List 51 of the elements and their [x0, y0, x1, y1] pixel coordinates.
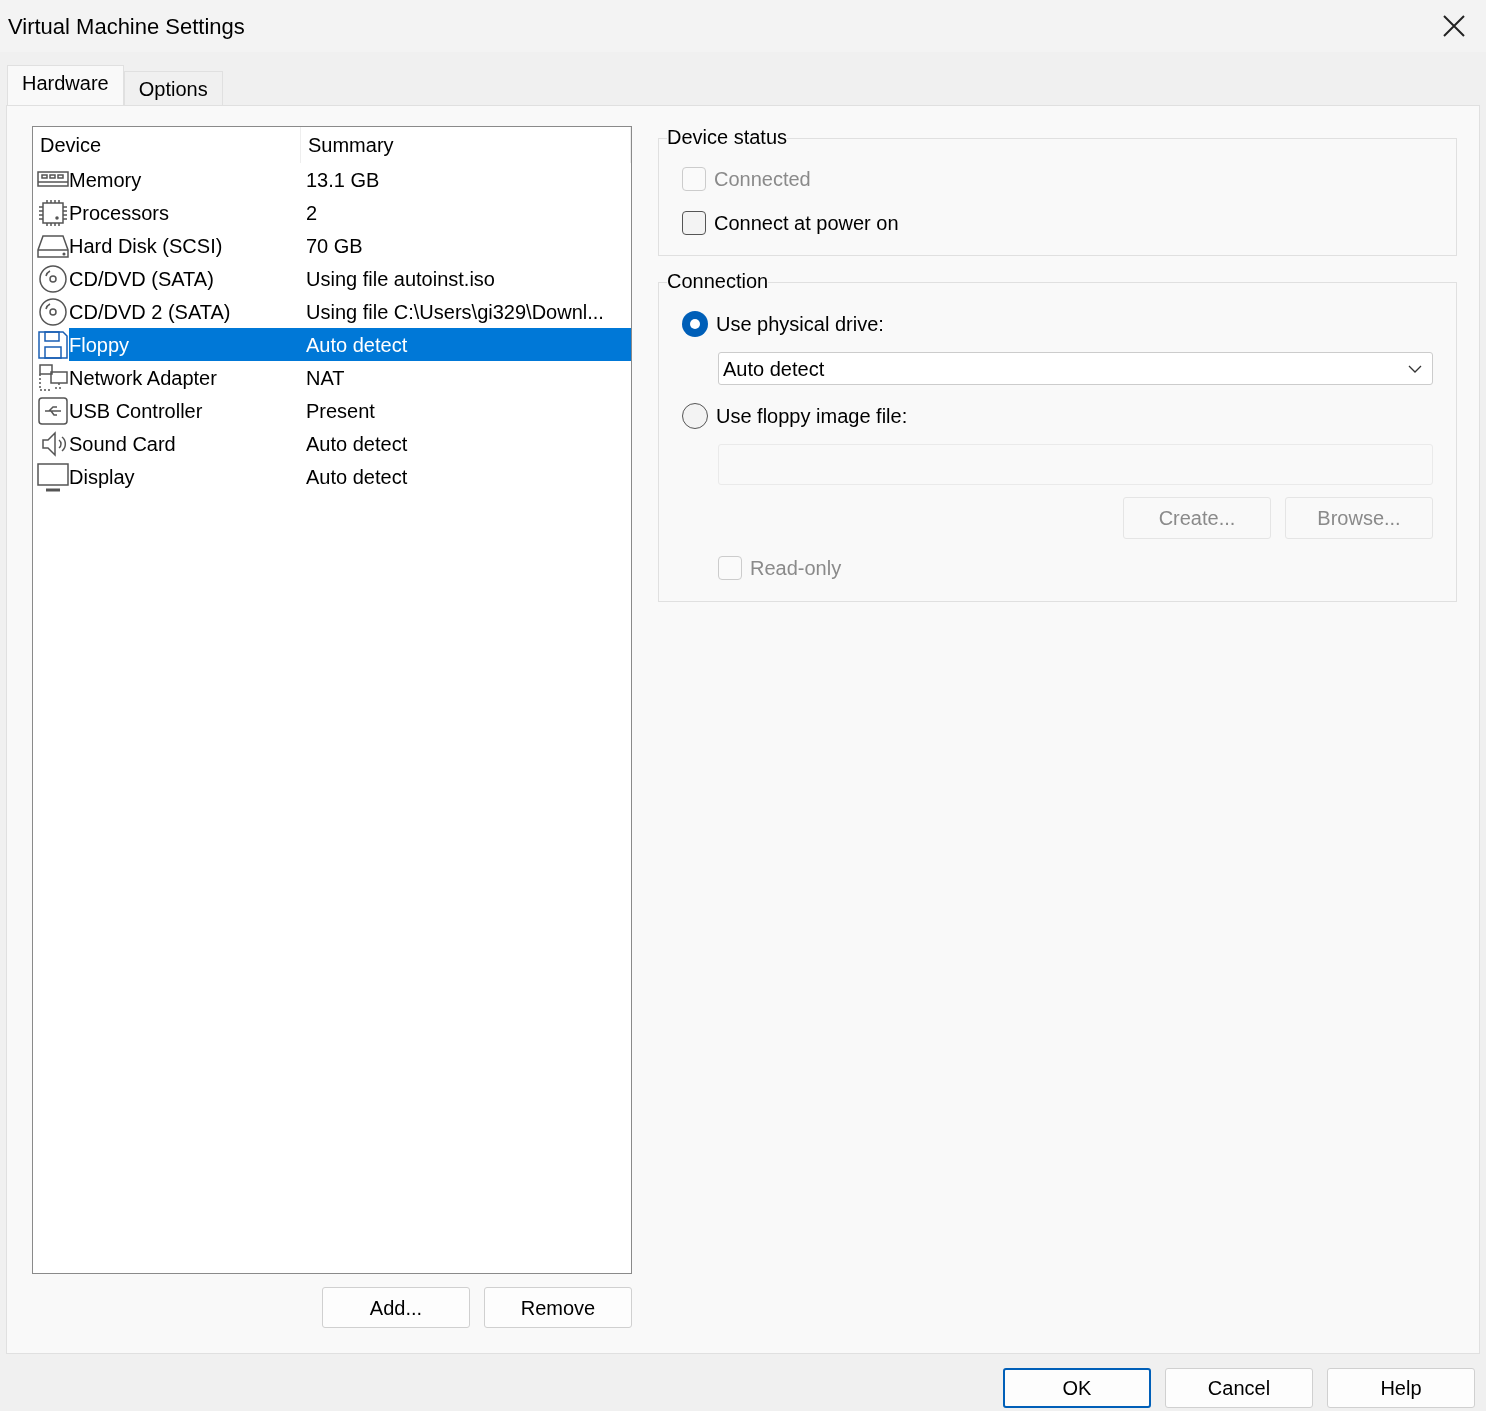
table-cell-text: Floppy [69, 332, 131, 358]
device-row[interactable]: Display Auto detect [69, 460, 631, 493]
device-row[interactable]: Processors 2 [69, 196, 631, 229]
drive-dropdown[interactable]: Auto detect [718, 352, 1433, 385]
table-cell-text: Using file autoinst.iso [306, 266, 495, 292]
table-cell-text: 70 GB [306, 233, 363, 259]
device-row[interactable]: Sound Card Auto detect [69, 427, 631, 460]
device-row[interactable]: Hard Disk (SCSI) 70 GB [69, 229, 631, 262]
chip-icon [37, 197, 69, 228]
table-cell-text: Auto detect [306, 332, 408, 358]
monitor-icon [37, 461, 69, 492]
table-cell-text: Sound Card [69, 431, 177, 457]
list-button[interactable]: Remove [484, 1287, 632, 1328]
table-cell-text: Display [69, 464, 136, 490]
table-cell-text: CD/DVD (SATA) [69, 266, 215, 292]
table-cell-text: Using file C:\Users\gi329\Downl... [306, 299, 604, 325]
usb-icon [37, 395, 69, 426]
device-row[interactable]: Network Adapter NAT [69, 361, 631, 394]
table-cell-text: Memory [69, 167, 143, 193]
chevron-down-icon [1408, 364, 1422, 373]
checkbox[interactable]: Connect at power on [682, 208, 899, 238]
floppy-icon [37, 329, 69, 360]
device-row[interactable]: USB Controller Present [69, 394, 631, 427]
table-cell-text: USB Controller [69, 398, 204, 424]
table-cell-text: Processors [69, 200, 171, 226]
table-cell-text: Network Adapter [69, 365, 218, 391]
list-button[interactable]: Add... [322, 1287, 470, 1328]
table-cell-text: Auto detect [306, 464, 408, 490]
table-cell-text: Hard Disk (SCSI) [69, 233, 224, 259]
column-header[interactable]: Device [33, 127, 301, 163]
tab[interactable]: Options [123, 71, 223, 105]
network-icon [37, 362, 69, 393]
device-row[interactable]: Memory 13.1 GB [69, 163, 631, 196]
table-cell-text: Present [306, 398, 375, 424]
table-cell-text: 2 [306, 200, 318, 226]
radio-button[interactable]: Use physical drive: [682, 309, 884, 339]
table-cell-text: NAT [306, 365, 345, 391]
table-cell-text: 13.1 GB [306, 167, 380, 193]
table-cell-text: Auto detect [306, 431, 408, 457]
table-cell-text: CD/DVD 2 (SATA) [69, 299, 232, 325]
device-row[interactable]: CD/DVD (SATA) Using file autoinst.iso [69, 262, 631, 295]
dialog-button[interactable]: Cancel [1165, 1368, 1313, 1408]
dialog-button[interactable]: OK [1003, 1368, 1151, 1408]
device-row[interactable]: Floppy Auto detect [69, 328, 631, 361]
tab[interactable]: Hardware [7, 65, 124, 105]
disc-icon [37, 296, 69, 327]
dialog-button[interactable]: Help [1327, 1368, 1475, 1408]
column-header[interactable]: Summary [301, 127, 631, 163]
disc-icon [37, 263, 69, 294]
device-row[interactable]: CD/DVD 2 (SATA) Using file C:\Users\gi329\Downl... [69, 295, 631, 328]
window-title: Virtual Machine Settings [8, 12, 245, 41]
